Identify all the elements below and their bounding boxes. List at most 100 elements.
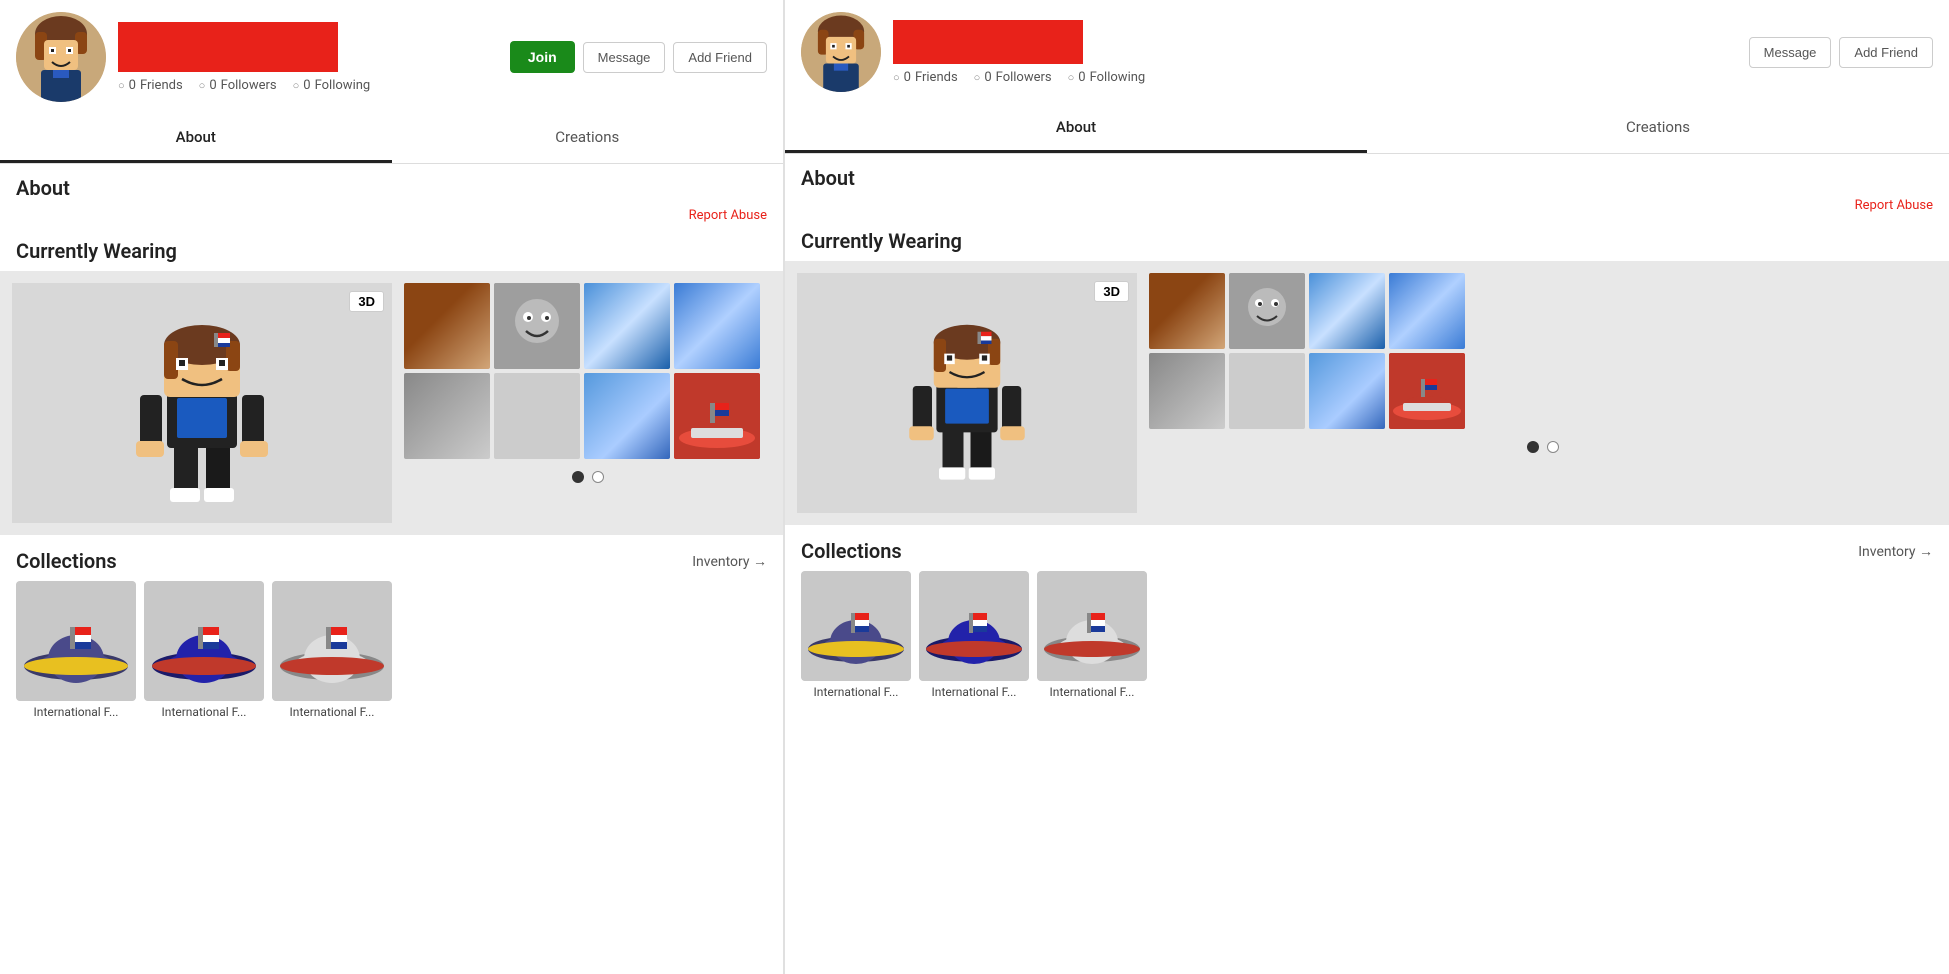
report-abuse-right[interactable]: Report Abuse [785,194,1949,221]
collection-thumb-3-left [272,581,392,701]
item-thumb-hat-left[interactable] [674,373,760,459]
collections-title-right: Collections [801,539,902,563]
item-thumb-face-right[interactable] [1229,273,1305,349]
add-friend-button-left[interactable]: Add Friend [673,42,767,73]
profile-header-left: ○ 0 Friends ○ 0 Followers ○ 0 Following … [0,0,783,114]
btn-3d-left[interactable]: 3D [349,291,384,312]
following-icon-left: ○ [293,79,300,92]
item-thumb-drape-right[interactable] [1309,353,1385,429]
items-row-1-left [404,283,771,369]
dot-active-right[interactable] [1527,441,1539,453]
friends-icon-left: ○ [118,79,125,92]
inventory-link-left[interactable]: Inventory → [692,553,767,570]
items-row-1-right [1149,273,1937,349]
username-block-left: ○ 0 Friends ○ 0 Followers ○ 0 Following [118,22,498,93]
inventory-link-right[interactable]: Inventory → [1858,543,1933,560]
tab-about-left[interactable]: About [0,114,392,163]
item-thumb-scaffold-left[interactable] [494,373,580,459]
dot-inactive-right[interactable] [1547,441,1559,453]
avatar-right [801,12,881,92]
followers-stat-right: ○ 0 Followers [974,70,1052,85]
friends-label-right: Friends [915,70,958,85]
dot-inactive-left[interactable] [592,471,604,483]
following-stat-right: ○ 0 Following [1068,70,1146,85]
collection-name-2-right: International F... [919,685,1029,699]
collection-name-2-left: International F... [144,705,264,719]
username-block-right: ○ 0 Friends ○ 0 Followers ○ 0 Following [893,20,1737,85]
avatar-left [16,12,106,102]
following-label-right: Following [1090,70,1146,85]
collections-row-right: International F... International F... [785,571,1949,715]
tabs-left: About Creations [0,114,783,164]
add-friend-button-right[interactable]: Add Friend [1839,37,1933,68]
wearing-title-left: Currently Wearing [0,231,783,271]
item-thumb-hair-right[interactable] [1149,273,1225,349]
followers-count-left: 0 [209,78,216,93]
collection-item-1-right[interactable]: International F... [801,571,911,699]
about-title-left: About [0,164,783,204]
right-panel: ○ 0 Friends ○ 0 Followers ○ 0 Following … [785,0,1949,974]
item-thumb-scaffold-right[interactable] [1229,353,1305,429]
tab-creations-left[interactable]: Creations [392,114,784,163]
followers-count-right: 0 [984,70,991,85]
collection-name-1-right: International F... [801,685,911,699]
item-thumb-face-left[interactable] [494,283,580,369]
stats-row-right: ○ 0 Friends ○ 0 Followers ○ 0 Following [893,70,1737,85]
message-button-right[interactable]: Message [1749,37,1832,68]
dots-row-right [1149,433,1937,457]
items-row-2-left [404,373,771,459]
wearing-container-left: 3D [0,271,783,535]
collection-item-3-right[interactable]: International F... [1037,571,1147,699]
collection-item-2-left[interactable]: International F... [144,581,264,719]
dots-row-left [404,463,771,487]
wearing-title-right: Currently Wearing [785,221,1949,261]
actions-row-right: Message Add Friend [1749,37,1933,68]
followers-icon-right: ○ [974,71,981,84]
item-thumb-blue2-right[interactable] [1389,273,1465,349]
friends-stat-right: ○ 0 Friends [893,70,958,85]
followers-stat-left: ○ 0 Followers [199,78,277,93]
following-count-left: 0 [303,78,310,93]
left-panel: ○ 0 Friends ○ 0 Followers ○ 0 Following … [0,0,784,974]
message-button-left[interactable]: Message [583,42,666,73]
about-title-right: About [785,154,1949,194]
join-button-left[interactable]: Join [510,41,575,73]
model-viewer-right: 3D [797,273,1137,513]
item-thumb-drape-left[interactable] [584,373,670,459]
item-thumb-bluechk1-right[interactable] [1309,273,1385,349]
collection-item-1-left[interactable]: International F... [16,581,136,719]
collection-item-3-left[interactable]: International F... [272,581,392,719]
username-banner-right [893,20,1083,64]
item-thumb-blue2-left[interactable] [674,283,760,369]
item-thumb-hat-right[interactable] [1389,353,1465,429]
collection-thumb-3-right [1037,571,1147,681]
items-row-2-right [1149,353,1937,429]
report-abuse-left[interactable]: Report Abuse [0,204,783,231]
item-thumb-hair-left[interactable] [404,283,490,369]
followers-label-right: Followers [996,70,1052,85]
followers-label-left: Followers [221,78,277,93]
model-viewer-left: 3D [12,283,392,523]
tab-creations-right[interactable]: Creations [1367,104,1949,153]
username-banner-left [118,22,338,72]
profile-header-right: ○ 0 Friends ○ 0 Followers ○ 0 Following … [785,0,1949,104]
friends-stat-left: ○ 0 Friends [118,78,183,93]
dot-active-left[interactable] [572,471,584,483]
collection-item-2-right[interactable]: International F... [919,571,1029,699]
collection-thumb-1-right [801,571,911,681]
item-thumb-bluechk1-left[interactable] [584,283,670,369]
items-grid-left [404,283,771,523]
item-thumb-scarf-left[interactable] [404,373,490,459]
item-thumb-scarf-right[interactable] [1149,353,1225,429]
collections-title-left: Collections [16,549,117,573]
following-label-left: Following [315,78,371,93]
tab-about-right[interactable]: About [785,104,1367,153]
friends-label-left: Friends [140,78,183,93]
following-icon-right: ○ [1068,71,1075,84]
collection-thumb-2-right [919,571,1029,681]
following-count-right: 0 [1078,70,1085,85]
btn-3d-right[interactable]: 3D [1094,281,1129,302]
stats-row-left: ○ 0 Friends ○ 0 Followers ○ 0 Following [118,78,498,93]
items-grid-right [1149,273,1937,513]
collection-thumb-1-left [16,581,136,701]
